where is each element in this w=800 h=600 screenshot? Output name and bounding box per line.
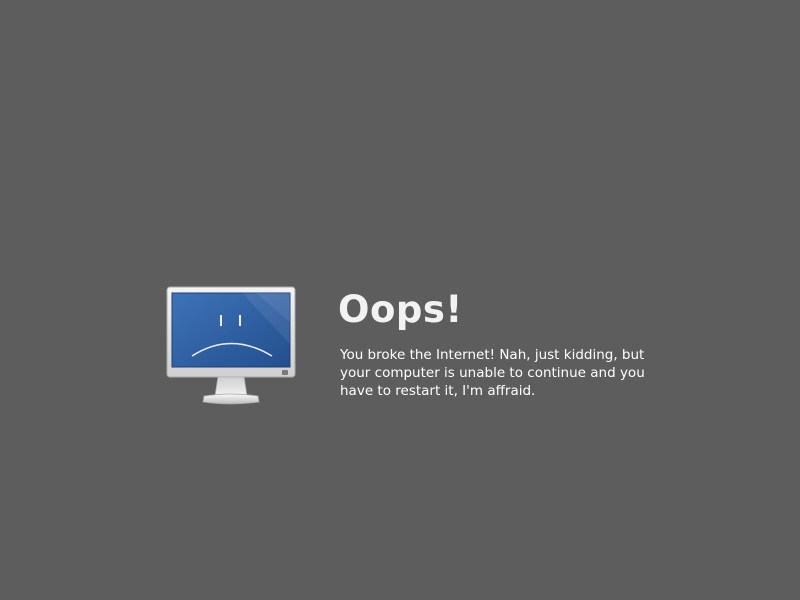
sad-computer-icon bbox=[164, 284, 298, 408]
error-description: You broke the Internet! Nah, just kiddin… bbox=[340, 347, 645, 399]
error-title: Oops! bbox=[338, 288, 463, 331]
error-message-block: Oops! You broke the Internet! Nah, just … bbox=[338, 288, 678, 400]
